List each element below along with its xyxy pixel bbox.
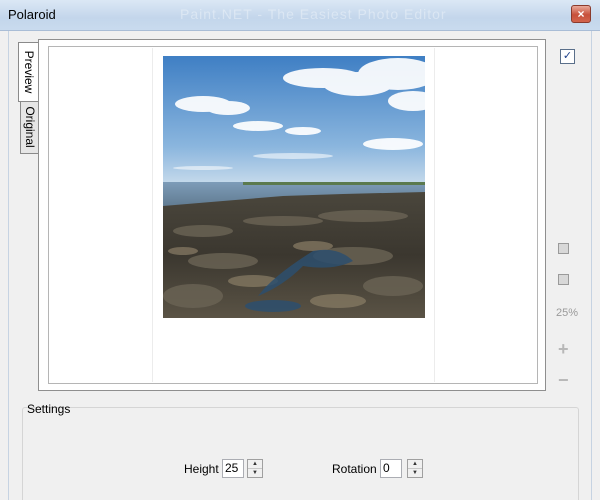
height-input[interactable]: 25 xyxy=(222,459,244,478)
settings-label: Settings xyxy=(27,402,71,416)
close-button[interactable]: × xyxy=(571,5,591,23)
show-preview-checkbox[interactable]: ✓ xyxy=(560,49,575,64)
tab-preview[interactable]: Preview xyxy=(18,42,38,102)
photo-image xyxy=(163,56,425,318)
rotation-stepper[interactable]: ▲ ▼ xyxy=(407,459,423,478)
check-icon: ✓ xyxy=(562,50,573,62)
guide-line-right xyxy=(434,48,435,382)
rotation-input[interactable]: 0 xyxy=(380,459,402,478)
settings-group xyxy=(22,407,579,500)
tab-preview-label: Preview xyxy=(21,50,36,94)
zoom-out-icon[interactable]: − xyxy=(558,370,569,391)
zoom-level: 25% xyxy=(556,307,579,319)
height-down-icon[interactable]: ▼ xyxy=(248,469,262,477)
rotation-up-icon[interactable]: ▲ xyxy=(408,460,422,469)
fit-window-button[interactable] xyxy=(558,243,569,254)
guide-line-left xyxy=(152,48,153,382)
rotation-label: Rotation xyxy=(332,462,377,476)
height-stepper[interactable]: ▲ ▼ xyxy=(247,459,263,478)
close-icon: × xyxy=(577,7,585,21)
preview-photo xyxy=(163,56,425,318)
height-up-icon[interactable]: ▲ xyxy=(248,460,262,469)
height-label: Height xyxy=(184,462,219,476)
window-title: Polaroid xyxy=(8,7,56,22)
zoom-in-icon[interactable]: + xyxy=(558,339,569,360)
tab-original-label: Original xyxy=(23,106,37,148)
tab-original[interactable]: Original xyxy=(20,100,40,154)
background-window-title: Paint.NET - The Easiest Photo Editor xyxy=(180,6,447,22)
actual-size-button[interactable] xyxy=(558,274,569,285)
title-bar: Polaroid Paint.NET - The Easiest Photo E… xyxy=(0,0,600,31)
rotation-down-icon[interactable]: ▼ xyxy=(408,469,422,477)
